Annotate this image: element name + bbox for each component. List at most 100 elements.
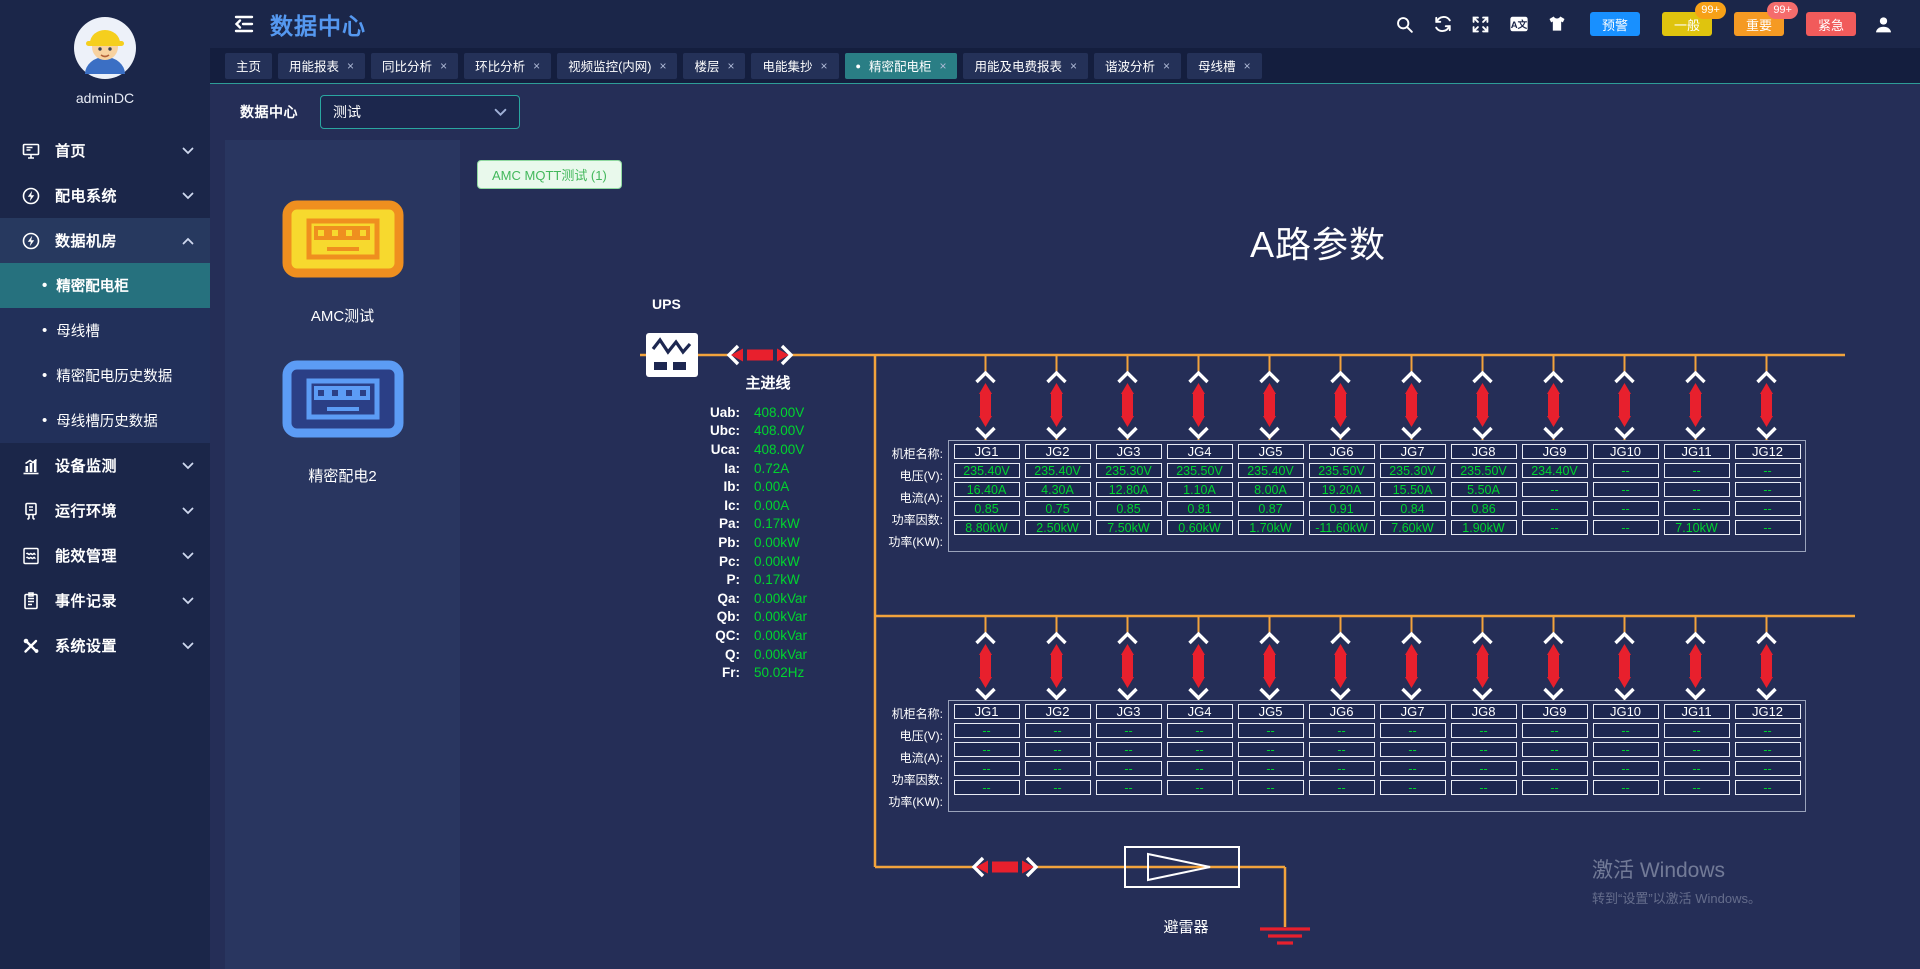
value-cell: -- [1096, 761, 1162, 776]
value-cell: -- [1309, 742, 1375, 757]
tab-close-icon[interactable]: × [821, 59, 828, 73]
value-cell: -- [1167, 780, 1233, 795]
tab-环比分析[interactable]: 环比分析 × [464, 53, 551, 79]
main-feeder-params: Uab:408.00VUbc:408.00VUca:408.00VIa:0.72… [625, 403, 807, 682]
tab-label: 同比分析 [382, 56, 432, 75]
fullscreen-icon[interactable] [1470, 13, 1492, 35]
param-row: Uab:408.00V [625, 403, 807, 422]
row-label: 功率(KW): [884, 790, 948, 812]
data-room-icon [20, 230, 42, 252]
sidebar-item-设备监测[interactable]: 设备监测 [0, 443, 210, 488]
ups-label: UPS [652, 296, 681, 312]
value-cell: -- [1167, 761, 1233, 776]
tab-视频监控(内网)[interactable]: 视频监控(内网)× [557, 53, 677, 79]
sidebar-submenu: 精密配电柜母线槽精密配电历史数据母线槽历史数据 [0, 263, 210, 443]
value-cell: -- [1664, 742, 1730, 757]
tab-电能集抄[interactable]: 电能集抄 × [751, 53, 838, 79]
tab-主页[interactable]: 主页 [225, 53, 272, 79]
tab-close-icon[interactable]: × [727, 59, 734, 73]
cabinet-column-JG11: JG11------7.10kW [1661, 442, 1732, 550]
value-cell: -- [1593, 780, 1659, 795]
main-area: 数据中心 A文预警一般99+重要99+紧急 主页用能报表×同比分析×环比分析×视… [210, 0, 1920, 969]
sidebar-subitem-母线槽历史数据[interactable]: 母线槽历史数据 [0, 398, 210, 443]
tab-close-icon[interactable]: × [1070, 59, 1077, 73]
value-cell: -- [1593, 723, 1659, 738]
cabinet-icon [282, 360, 404, 443]
tab-close-icon[interactable]: × [533, 59, 540, 73]
theme-icon[interactable] [1546, 13, 1568, 35]
tab-母线槽[interactable]: 母线槽× [1187, 53, 1262, 79]
sidebar-subitem-母线槽[interactable]: 母线槽 [0, 308, 210, 353]
value-cell: -- [1522, 742, 1588, 757]
value-cell: -- [1238, 761, 1304, 776]
settings-icon [20, 635, 42, 657]
device-monitor-icon [20, 455, 42, 477]
sidebar-item-配电系统[interactable]: 配电系统 [0, 173, 210, 218]
sidebar-item-事件记录[interactable]: 事件记录 [0, 578, 210, 623]
tab-close-icon[interactable]: × [939, 59, 946, 73]
tab-close-icon[interactable]: × [440, 59, 447, 73]
param-row: QC:0.00kVar [625, 626, 807, 645]
sidebar-item-系统设置[interactable]: 系统设置 [0, 623, 210, 668]
value-cell: -- [1380, 780, 1446, 795]
tab-close-icon[interactable]: × [1163, 59, 1170, 73]
tab-close-icon[interactable]: × [1244, 59, 1251, 73]
device-panel: AMC测试精密配电2 [225, 140, 460, 969]
value-cell: -- [1522, 780, 1588, 795]
tab-close-icon[interactable]: × [347, 59, 354, 73]
value-cell: 8.00A [1238, 482, 1304, 497]
param-key: Qb: [625, 609, 740, 624]
username: adminDC [0, 90, 210, 106]
datacenter-select[interactable]: 测试 [320, 95, 520, 129]
cabinet-column-JG5: JG5235.40V8.00A0.871.70kW [1235, 442, 1306, 550]
value-cell: 8.80kW [954, 520, 1020, 535]
sidebar-item-数据机房[interactable]: 数据机房 [0, 218, 210, 263]
cabinet-name-cell: JG10 [1593, 444, 1659, 459]
tab-label: 电能集抄 [762, 56, 812, 75]
value-cell: -- [1664, 761, 1730, 776]
alarm-button-预警[interactable]: 预警 [1590, 12, 1640, 36]
alarm-button-一般[interactable]: 一般99+ [1662, 12, 1712, 36]
tab-close-icon[interactable]: × [659, 59, 666, 73]
tab-label: 环比分析 [475, 56, 525, 75]
sidebar-subitem-精密配电历史数据[interactable]: 精密配电历史数据 [0, 353, 210, 398]
value-cell: -- [1593, 742, 1659, 757]
sidebar-subitem-精密配电柜[interactable]: 精密配电柜 [0, 263, 210, 308]
value-cell: -- [1025, 761, 1091, 776]
chevron-up-icon [182, 232, 194, 249]
param-key: Q: [625, 647, 740, 662]
param-value: 0.00kVar [754, 628, 807, 643]
translate-icon[interactable]: A文 [1508, 13, 1530, 35]
value-cell: 0.75 [1025, 501, 1091, 516]
value-cell: 15.50A [1380, 482, 1446, 497]
value-cell: -- [1167, 742, 1233, 757]
tab-用能报表[interactable]: 用能报表× [278, 53, 365, 79]
device-card-精密配电2[interactable]: 精密配电2 [282, 360, 404, 486]
menu-fold-icon[interactable] [232, 12, 256, 36]
sidebar-item-首页[interactable]: 首页 [0, 128, 210, 173]
param-key: P: [625, 572, 740, 587]
search-icon[interactable] [1394, 13, 1416, 35]
value-cell: -- [1735, 463, 1801, 478]
amc-mqtt-button[interactable]: AMC MQTT测试 (1) [477, 160, 622, 189]
tab-同比分析[interactable]: 同比分析 × [371, 53, 458, 79]
sidebar-item-运行环境[interactable]: 运行环境 [0, 488, 210, 533]
tab-label: 用能及电费报表 [974, 56, 1062, 75]
cabinet-column-JG5: JG5-------- [1235, 702, 1306, 810]
refresh-icon[interactable] [1432, 13, 1454, 35]
sidebar-item-能效管理[interactable]: 能效管理 [0, 533, 210, 578]
tab-谐波分析[interactable]: 谐波分析× [1094, 53, 1181, 79]
user-icon[interactable] [1872, 13, 1894, 35]
diagram-title: A路参数 [1250, 216, 1386, 268]
device-card-AMC测试[interactable]: AMC测试 [282, 200, 404, 326]
tab-用能及电费报表[interactable]: 用能及电费报表 × [963, 53, 1088, 79]
param-row: Qa:0.00kVar [625, 589, 807, 608]
param-value: 50.02Hz [754, 665, 804, 680]
param-row: Pb:0.00kW [625, 533, 807, 552]
tab-精密配电柜[interactable]: 精密配电柜× [845, 53, 958, 79]
alarm-button-重要[interactable]: 重要99+ [1734, 12, 1784, 36]
value-cell: -- [1025, 780, 1091, 795]
table-columns: JG1235.40V16.40A0.858.80kWJG2235.40V4.30… [948, 440, 1806, 552]
tab-楼层[interactable]: 楼层× [683, 53, 745, 79]
alarm-button-紧急[interactable]: 紧急 [1806, 12, 1856, 36]
